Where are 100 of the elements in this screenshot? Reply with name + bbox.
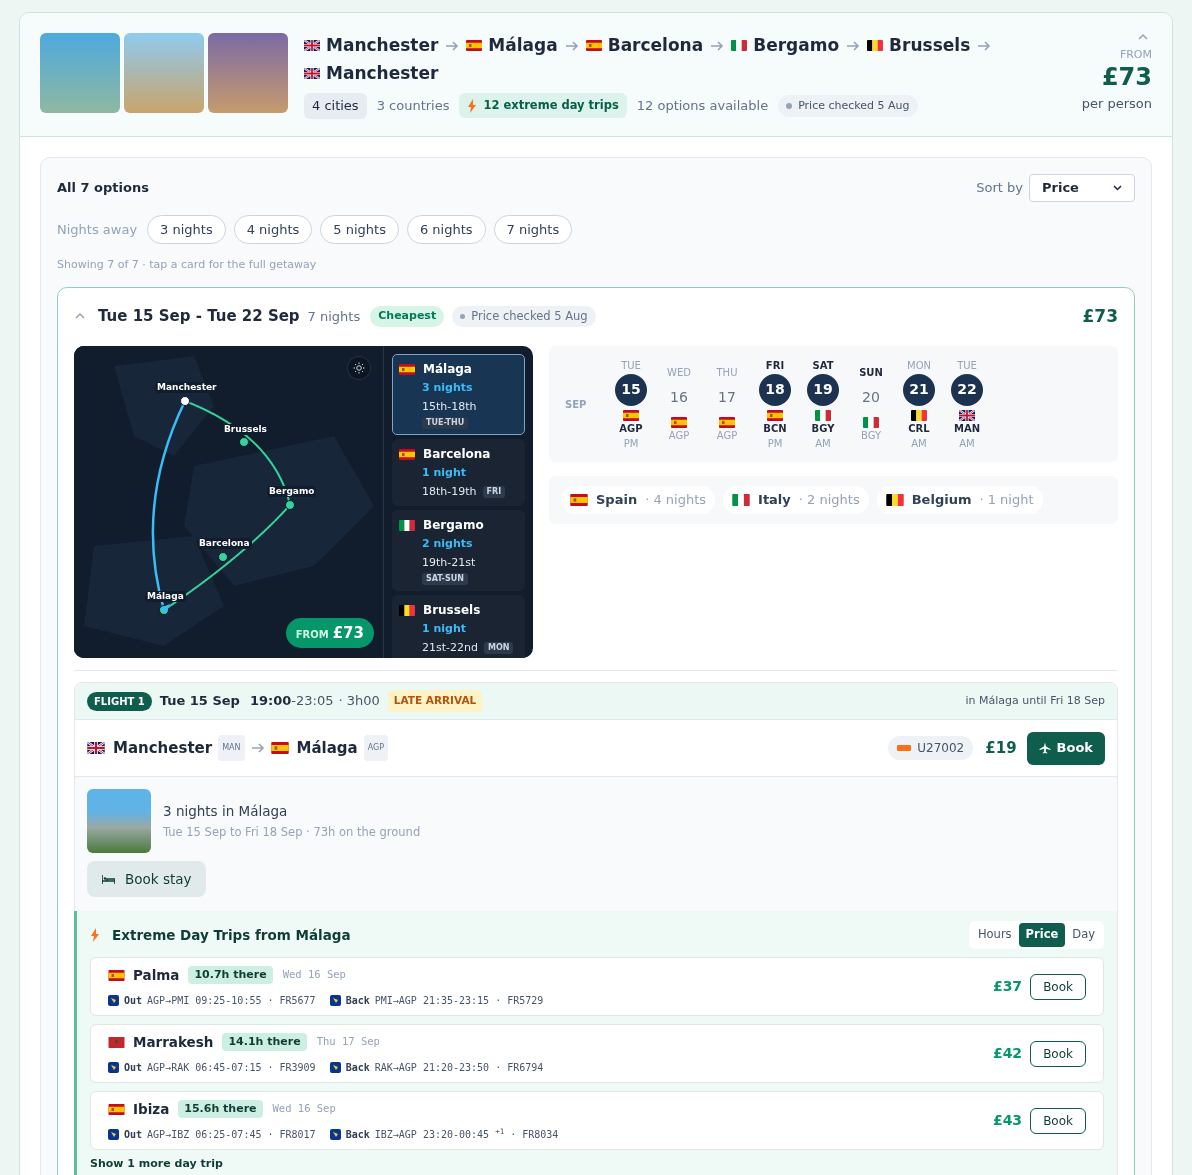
airport-code: BGY — [860, 429, 881, 443]
map-city-label: Málaga — [145, 591, 186, 602]
stop-dates: 15th-18th — [422, 398, 477, 415]
nights-filter[interactable]: 5 nights — [320, 215, 399, 244]
weekday-label: SAT — [812, 358, 834, 373]
options-title: All 7 options — [57, 179, 149, 198]
sort-option[interactable]: Hours — [970, 923, 1019, 947]
day-trip-card[interactable]: Ibiza 15.6h there Wed 16 Sep Out AGP→IBZ 06:25-07:45 · FR8017 Back IBZ→AGP 23:20-00:45 $^{+1}$ · FR8034 £43 Book — [90, 1091, 1104, 1150]
option-dates: Tue 15 Sep - Tue 22 Sep — [98, 306, 300, 327]
arrow-right-icon — [564, 39, 579, 52]
countries-count: 3 countries — [376, 97, 450, 115]
stay-subtitle: Tue 15 Sep to Fri 18 Sep · 73h on the ground — [163, 824, 421, 841]
chevron-down-icon — [1113, 185, 1122, 191]
day-trip-card[interactable]: Marrakesh 14.1h there Thu 17 Sep Out AGP→RAK 06:45-07:15 · FR3909 Back RAK→AGP 21:20-23:50 · FR6794 £42 Book — [90, 1024, 1104, 1083]
book-trip-button[interactable]: Book — [1030, 1107, 1086, 1134]
nights-filter[interactable]: 7 nights — [493, 215, 573, 244]
airport-code-chip: MAN — [218, 735, 245, 761]
stop-days-tag: SAT-SUN — [422, 573, 468, 585]
sort-label: Sort by — [976, 179, 1023, 198]
stop-dates: 18th-19th — [422, 483, 477, 500]
day-trip-card[interactable]: Palma 10.7h there Wed 16 Sep Out AGP→PMI 09:25-10:55 · FR5677 Back PMI→AGP 21:35-23:15 · FR5729 £37 Book — [90, 957, 1104, 1016]
out-flight: AGP→RAK 06:45-07:15 · FR3909 — [147, 1061, 316, 1076]
back-flight: PMI→AGP 21:35-23:15 · FR5729 — [374, 994, 544, 1009]
calendar-day: 19 — [807, 373, 839, 406]
out-flight: AGP→PMI 09:25-10:55 · FR5677 — [147, 994, 316, 1009]
book-stay-button[interactable]: Book stay — [87, 861, 207, 897]
airline-logo-icon — [108, 995, 119, 1007]
weekday-label: SUN — [859, 366, 883, 380]
stop-city: Brussels — [423, 602, 481, 619]
price-checked-chip: Price checked 5 Aug — [452, 305, 596, 327]
stop-card[interactable]: Brussels 1 night 21st-22nd MON — [392, 595, 525, 658]
trip-date: Wed 16 Sep — [272, 1101, 336, 1117]
airline-logo-icon — [329, 995, 341, 1007]
arrow-right-icon — [846, 39, 861, 52]
photo-placeholder — [87, 789, 151, 853]
route-city: Málaga — [488, 34, 558, 57]
cities-chip: 4 cities — [304, 93, 367, 119]
nights-label: Nights away — [57, 220, 138, 239]
back-label: Back — [345, 994, 370, 1009]
from-price: £73 — [332, 622, 364, 644]
from-label: FROM — [295, 627, 329, 642]
out-flight: AGP→IBZ 06:25-07:45 · FR8017 — [147, 1128, 316, 1143]
price-checked-chip: Price checked 5 Aug — [778, 94, 918, 117]
airline-logo-icon — [329, 1129, 341, 1141]
arrow-right-icon — [250, 742, 265, 754]
book-trip-button[interactable]: Book — [1030, 1040, 1086, 1067]
sun-icon — [353, 362, 365, 374]
time-of-day: AM — [815, 435, 831, 451]
book-trip-button[interactable]: Book — [1030, 973, 1086, 1000]
day-trips-chip: 12 extreme day trips — [459, 93, 627, 119]
time-of-day: AM — [959, 435, 975, 451]
show-more-link[interactable]: Show 1 more day trip — [90, 1157, 223, 1170]
airline-logo-icon — [108, 1129, 119, 1141]
book-flight-button[interactable]: Book — [1026, 731, 1105, 765]
back-flight: IBZ→AGP 23:20-00:45 $^{+1}$ · FR8034 — [374, 1127, 559, 1143]
trip-price: £42 — [992, 1044, 1023, 1063]
per-person-label: per person — [1081, 94, 1152, 113]
airline-logo-icon — [108, 1062, 119, 1074]
map-city-label: Bergamo — [267, 486, 317, 497]
map-city-label: Barcelona — [197, 538, 252, 549]
country-name: Spain — [596, 491, 638, 510]
flight-label: FLIGHT 1 — [87, 691, 152, 711]
origin-city: Manchester — [113, 737, 213, 759]
airport-code: BGY — [811, 421, 835, 436]
time-of-day: AM — [911, 435, 927, 451]
airport-code: AGP — [619, 421, 643, 436]
stay-until-note: in Málaga until Fri 18 Sep — [965, 692, 1105, 709]
nights-filter[interactable]: 6 nights — [406, 215, 486, 244]
sort-option[interactable]: Price — [1018, 923, 1066, 947]
stop-card[interactable]: Bergamo 2 nights 19th-21st SAT-SUN — [392, 510, 525, 591]
calendar-day: 18 — [759, 373, 791, 406]
sort-option[interactable]: Day — [1065, 923, 1102, 947]
cheapest-badge: Cheapest — [370, 306, 445, 327]
route-city: Manchester — [326, 61, 439, 85]
stop-card[interactable]: Málaga 3 nights 15th-18th TUE-THU — [392, 354, 525, 435]
airport-code: AGP — [716, 429, 738, 443]
stop-nights: 1 night — [422, 621, 468, 637]
stop-card[interactable]: Barcelona 1 night 18th-19th FRI — [392, 439, 525, 506]
calendar-day: 15 — [615, 373, 647, 406]
hours-there-chip: 10.7h there — [188, 965, 273, 985]
stop-nights: 1 night — [422, 465, 468, 481]
bed-icon — [102, 874, 115, 884]
collapse-icon[interactable] — [74, 312, 86, 321]
weekday-label: THU — [716, 366, 738, 380]
out-label: Out — [124, 994, 143, 1009]
options-count: 12 options available — [636, 97, 769, 115]
trip-price: £43 — [992, 1111, 1023, 1130]
stop-dates: 21st-22nd — [422, 639, 478, 656]
back-flight: RAK→AGP 21:20-23:50 · FR6794 — [374, 1061, 544, 1076]
country-nights: · 4 nights — [645, 491, 707, 510]
option-card[interactable] — [57, 286, 1135, 1175]
country-nights: · 2 nights — [798, 491, 860, 510]
back-label: Back — [345, 1128, 370, 1143]
trip-city: Ibiza — [133, 1099, 170, 1119]
option-nights: 7 nights — [307, 307, 361, 326]
nights-filter[interactable]: 4 nights — [233, 215, 313, 244]
nights-filter[interactable]: 3 nights — [147, 215, 226, 244]
sort-dropdown[interactable]: Price — [1029, 174, 1135, 202]
out-label: Out — [124, 1128, 143, 1143]
stop-city: Bergamo — [423, 517, 484, 534]
